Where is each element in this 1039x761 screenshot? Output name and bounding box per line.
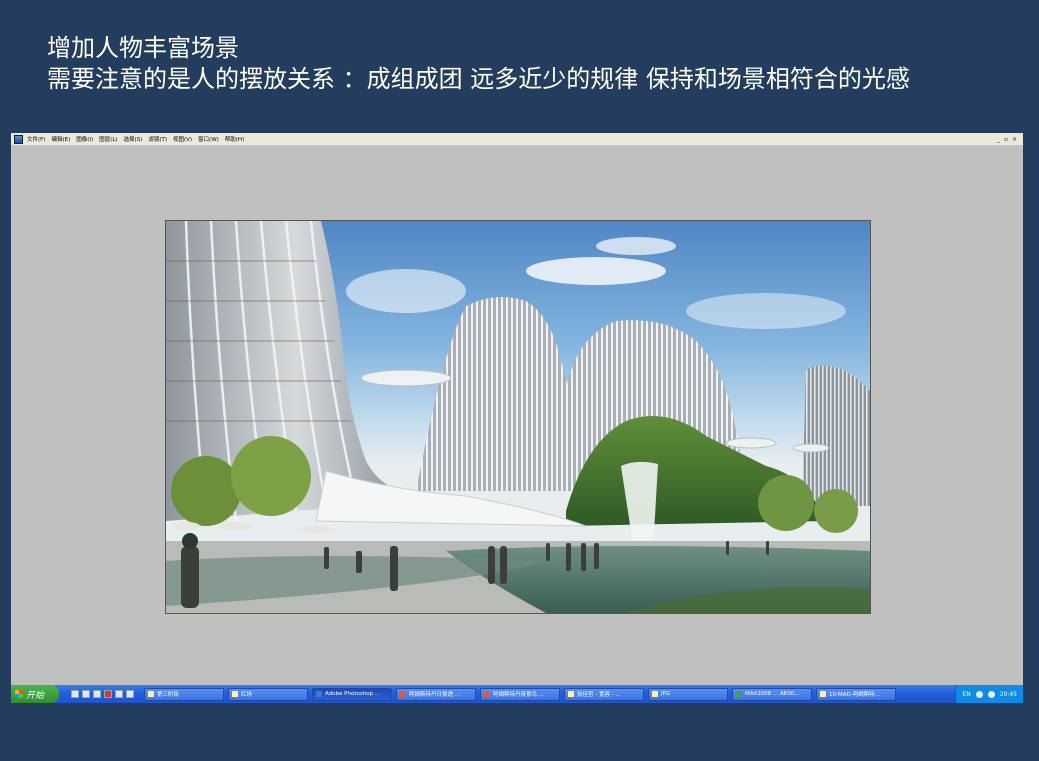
photoshop-app-icon[interactable] — [14, 134, 23, 144]
slide-title-line1: 增加人物丰富场景 — [47, 34, 239, 62]
image-file-icon — [484, 691, 490, 697]
quicklaunch-icon[interactable] — [115, 690, 123, 698]
windows-logo-icon — [15, 690, 23, 698]
quick-launch — [71, 690, 134, 698]
photoshop-screenshot: 文件(F) 编辑(E) 图像(I) 图层(L) 选择(S) 滤镜(T) 视图(V… — [11, 133, 1023, 703]
quicklaunch-icon[interactable] — [82, 690, 90, 698]
menu-edit[interactable]: 编辑(E) — [51, 135, 70, 143]
slide-title-line2: 需要注意的是人的摆放关系 ：成组成团 远多近少的规律 保持和场景相符合的光感 — [47, 65, 910, 93]
menu-image[interactable]: 图像(I) — [76, 135, 93, 143]
folder-icon — [652, 691, 658, 697]
menu-select[interactable]: 选择(S) — [124, 135, 143, 143]
menu-help[interactable]: 帮助(H) — [225, 135, 244, 143]
quicklaunch-icon[interactable] — [126, 690, 134, 698]
quicklaunch-icon[interactable] — [93, 690, 101, 698]
architecture-rendering-image — [166, 221, 870, 613]
taskbar-item-photoshop[interactable]: Adobe Photoshop ... — [312, 687, 392, 701]
close-button[interactable]: × — [1012, 136, 1017, 143]
taskbar-item[interactable]: 第三阶段 — [144, 687, 224, 701]
document-icon — [568, 691, 574, 697]
menu-window[interactable]: 窗口(W) — [198, 135, 219, 143]
taskbar-item[interactable]: 红场 — [228, 687, 308, 701]
photoshop-icon — [316, 691, 322, 697]
folder-icon — [148, 691, 154, 697]
3dsmax-icon — [736, 691, 742, 697]
quicklaunch-icon[interactable] — [71, 690, 79, 698]
restore-button[interactable]: ▫ — [1004, 136, 1008, 143]
menu-bar: 文件(F) 编辑(E) 图像(I) 图层(L) 选择(S) 滤镜(T) 视图(V… — [11, 133, 1023, 146]
minimize-button[interactable]: _ — [997, 136, 1000, 143]
image-file-icon — [400, 691, 406, 697]
menu-file[interactable]: 文件(F) — [27, 135, 45, 143]
clock[interactable]: 20:45 — [1000, 691, 1017, 698]
menu-filter[interactable]: 滤镜(T) — [148, 135, 167, 143]
system-tray: EN 20:45 — [955, 685, 1023, 703]
start-label: 开始 — [26, 690, 45, 701]
taskbar-item[interactable]: 张佳哲 - 宽容 - ... — [564, 687, 644, 701]
language-indicator[interactable]: EN — [962, 691, 970, 698]
tray-icon[interactable] — [975, 690, 983, 698]
windows-taskbar: 开始 第三阶段 红场 Adobe Photoshop ... 阿姆斯特丹日景透 … — [11, 685, 1023, 703]
taskbar-item[interactable]: 阿姆斯特丹夜景鸟 ... — [480, 687, 560, 701]
taskbar-item[interactable]: 阿姆斯特丹日景透 ... — [396, 687, 476, 701]
slide-title: 增加人物丰富场景 需要注意的是人的摆放关系 ：成组成团 远多近少的规律 保持和场… — [47, 33, 910, 95]
tray-icon[interactable] — [987, 690, 995, 698]
taskbar-item[interactable]: MAX2008 ... AE00... — [732, 687, 812, 701]
document-canvas-rendering[interactable] — [165, 220, 871, 614]
folder-icon — [232, 691, 238, 697]
taskbar-item[interactable]: 10-MAD-阿姆斯特... — [816, 687, 896, 701]
quicklaunch-icon[interactable] — [104, 690, 112, 698]
document-icon — [820, 691, 826, 697]
start-button[interactable]: 开始 — [11, 685, 59, 703]
menu-view[interactable]: 视图(V) — [173, 135, 192, 143]
menu-layer[interactable]: 图层(L) — [99, 135, 117, 143]
taskbar-item[interactable]: JPG — [648, 687, 728, 701]
